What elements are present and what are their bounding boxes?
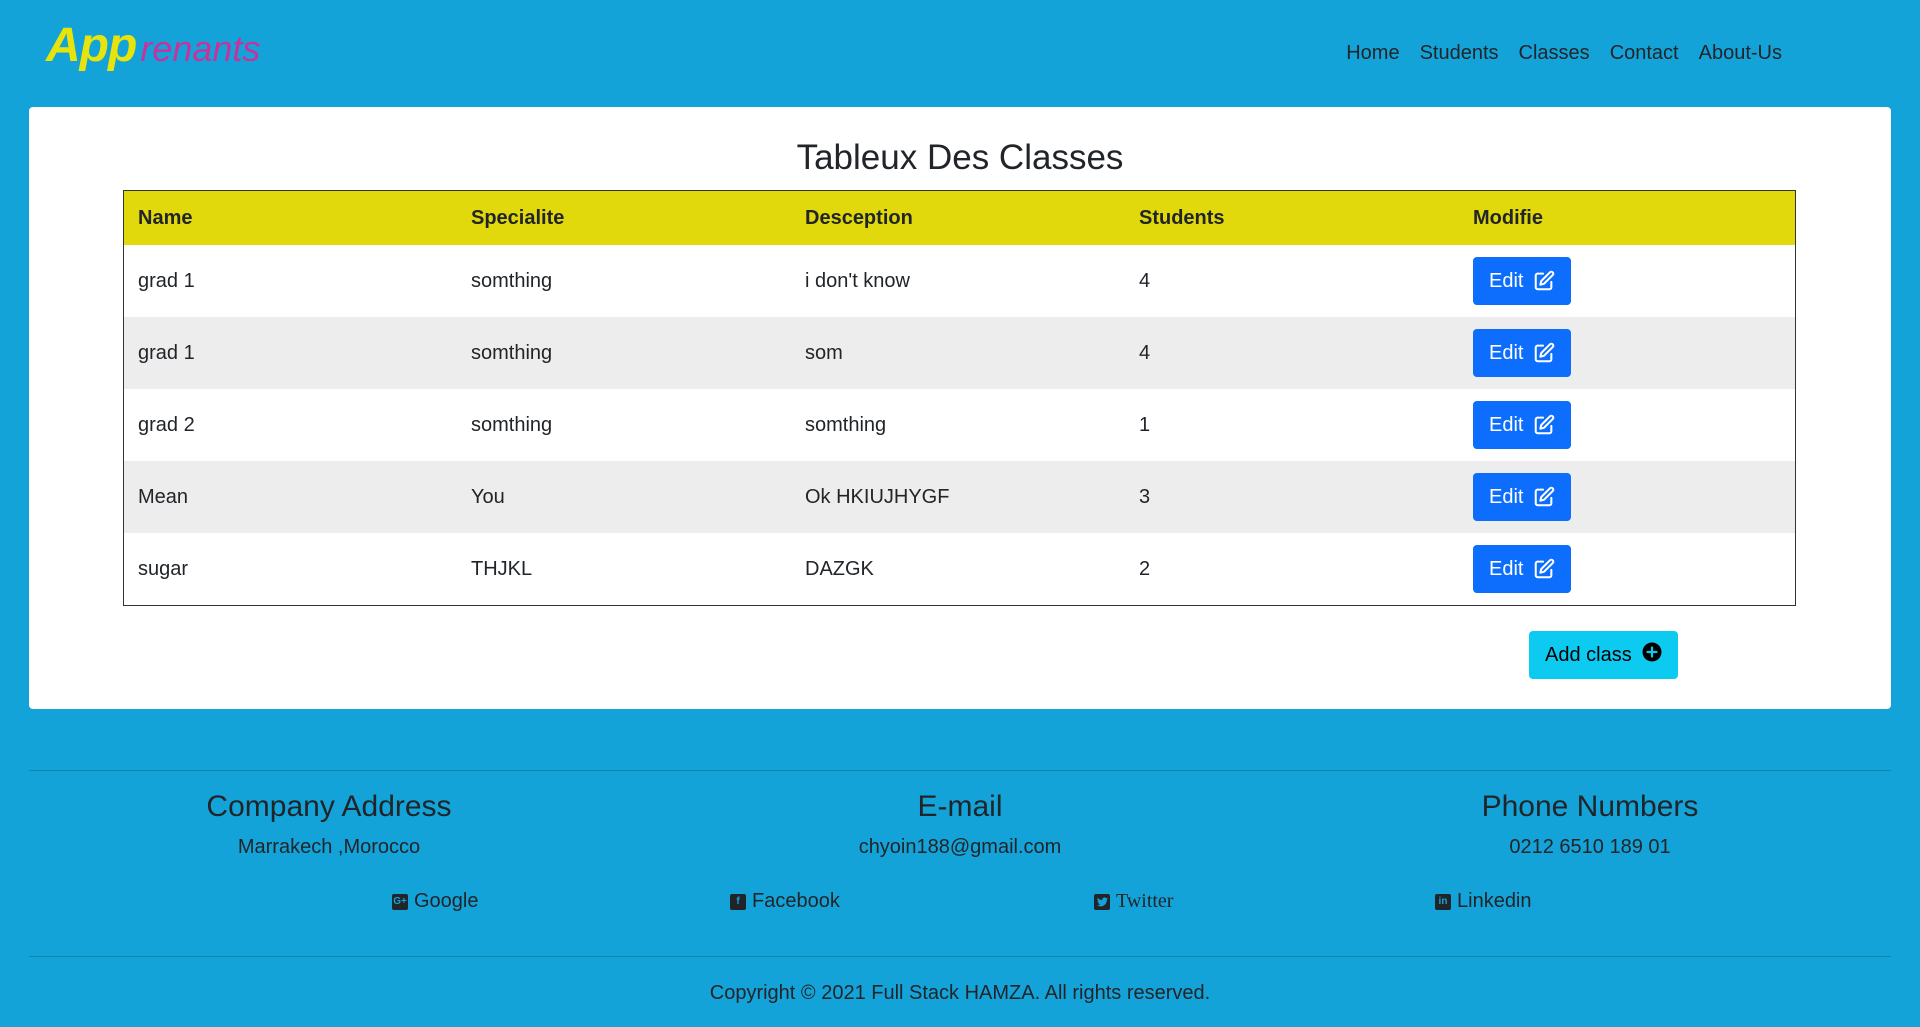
nav-contact[interactable]: Contact [1600, 38, 1689, 69]
facebook-square-icon: f [730, 893, 746, 910]
cell-name: grad 1 [123, 317, 457, 389]
phone-heading: Phone Numbers [1481, 790, 1699, 823]
table-row: grad 1 somthing som 4 Edit [123, 317, 1796, 389]
social-label-twitter: Twitter [1116, 890, 1174, 912]
edit-button[interactable]: Edit [1473, 257, 1572, 305]
cell-specialite: somthing [471, 413, 553, 436]
plus-circle-icon [1642, 642, 1662, 668]
nav-students[interactable]: Students [1410, 38, 1509, 69]
edit-button-label: Edit [1489, 269, 1524, 292]
logo-rest-text: renants [140, 28, 261, 69]
cell-modifie: Edit [1459, 461, 1796, 533]
page-title: Tableux Des Classes [796, 138, 1124, 177]
cell-modifie: Edit [1459, 317, 1796, 389]
column-header-specialite: Specialite [457, 190, 791, 245]
cell-description: som [791, 317, 1125, 389]
social-link-linkedin[interactable]: in Linkedin [1435, 890, 1532, 913]
nav-home[interactable]: Home [1336, 38, 1409, 69]
twitter-square-icon [1094, 893, 1110, 910]
cell-specialite: You [457, 461, 791, 533]
site-header: App renants Home Students Classes Contac… [0, 0, 1920, 105]
footer-email: E-mail chyoin188@gmail.com [750, 790, 1170, 859]
social-label-linkedin: Linkedin [1457, 890, 1532, 912]
cell-specialite: THJKL [471, 557, 533, 580]
linkedin-square-icon: in [1435, 893, 1451, 910]
footer-divider-top [29, 770, 1891, 771]
nav-classes[interactable]: Classes [1509, 38, 1600, 69]
address-heading: Company Address [206, 790, 452, 823]
edit-button[interactable]: Edit [1473, 329, 1572, 377]
footer-divider-bottom [29, 956, 1891, 957]
edit-button[interactable]: Edit [1473, 401, 1572, 449]
cell-description: DAZGK [805, 557, 874, 580]
column-header-name: Name [123, 190, 457, 245]
brand-logo[interactable]: App renants [46, 22, 260, 78]
cell-name: sugar [138, 557, 189, 580]
phone-value: 0212 6510 189 01 [1509, 836, 1671, 858]
cell-name: grad 2 [138, 413, 195, 436]
column-header-students: Students [1125, 190, 1459, 245]
edit-button-label: Edit [1489, 341, 1524, 364]
cell-modifie: Edit [1459, 245, 1796, 317]
cell-name: grad 1 [138, 269, 195, 292]
table-row: Mean You Ok HKIUJHYGF 3 Edit [123, 461, 1796, 533]
edit-button-label: Edit [1489, 485, 1524, 508]
add-class-button[interactable]: Add class [1529, 631, 1678, 679]
column-header-modifie: Modifie [1459, 190, 1796, 245]
edit-button[interactable]: Edit [1473, 545, 1572, 593]
edit-icon [1533, 342, 1555, 364]
column-header-description: Desception [791, 190, 1125, 245]
cell-specialite: somthing [471, 269, 553, 292]
social-label-facebook: Facebook [752, 890, 840, 912]
copyright-text: Copyright © 2021 Full Stack HAMZA. All r… [709, 982, 1211, 1004]
nav-about-us[interactable]: About-Us [1689, 38, 1792, 69]
edit-button[interactable]: Edit [1473, 473, 1572, 521]
cell-students: 4 [1125, 317, 1459, 389]
table-header-row: Name Specialite Desception Students Modi… [123, 190, 1796, 245]
cell-students: 1 [1139, 413, 1151, 436]
table-row: sugar THJKL DAZGK 2 Edit [124, 533, 1796, 606]
cell-description: Ok HKIUJHYGF [791, 461, 1125, 533]
main-nav: Home Students Classes Contact About-Us [1336, 38, 1792, 69]
add-class-label: Add class [1545, 643, 1632, 666]
footer-address: Company Address Marrakech ,Morocco [119, 790, 539, 859]
edit-icon [1533, 270, 1555, 292]
cell-students: 3 [1125, 461, 1459, 533]
social-link-facebook[interactable]: f Facebook [730, 890, 840, 913]
cell-description: i don't know [805, 269, 910, 292]
cell-description: somthing [805, 413, 887, 436]
classes-table: Name Specialite Desception Students Modi… [123, 190, 1796, 606]
cell-students: 4 [1139, 269, 1151, 292]
social-link-google[interactable]: G+ Google [392, 890, 479, 913]
cell-modifie: Edit [1459, 533, 1796, 606]
edit-icon [1533, 486, 1555, 508]
google-plus-square-icon: G+ [392, 893, 408, 910]
table-row: grad 1 somthing i don't know 4 Edit [124, 245, 1796, 317]
cell-specialite: somthing [457, 317, 791, 389]
edit-icon [1533, 414, 1555, 436]
cell-name: Mean [123, 461, 457, 533]
edit-button-label: Edit [1489, 413, 1524, 436]
footer-phone: Phone Numbers 0212 6510 189 01 [1380, 790, 1800, 859]
cell-modifie: Edit [1459, 389, 1796, 461]
social-label-google: Google [414, 890, 479, 912]
email-value: chyoin188@gmail.com [858, 836, 1062, 858]
social-link-twitter[interactable]: Twitter [1094, 890, 1173, 913]
email-heading: E-mail [917, 790, 1003, 823]
edit-icon [1533, 558, 1555, 580]
address-value: Marrakech ,Morocco [237, 836, 421, 858]
logo-app-text: App [46, 19, 137, 72]
table-row: grad 2 somthing somthing 1 Edit [124, 389, 1796, 461]
cell-students: 2 [1139, 557, 1151, 580]
edit-button-label: Edit [1489, 557, 1524, 580]
